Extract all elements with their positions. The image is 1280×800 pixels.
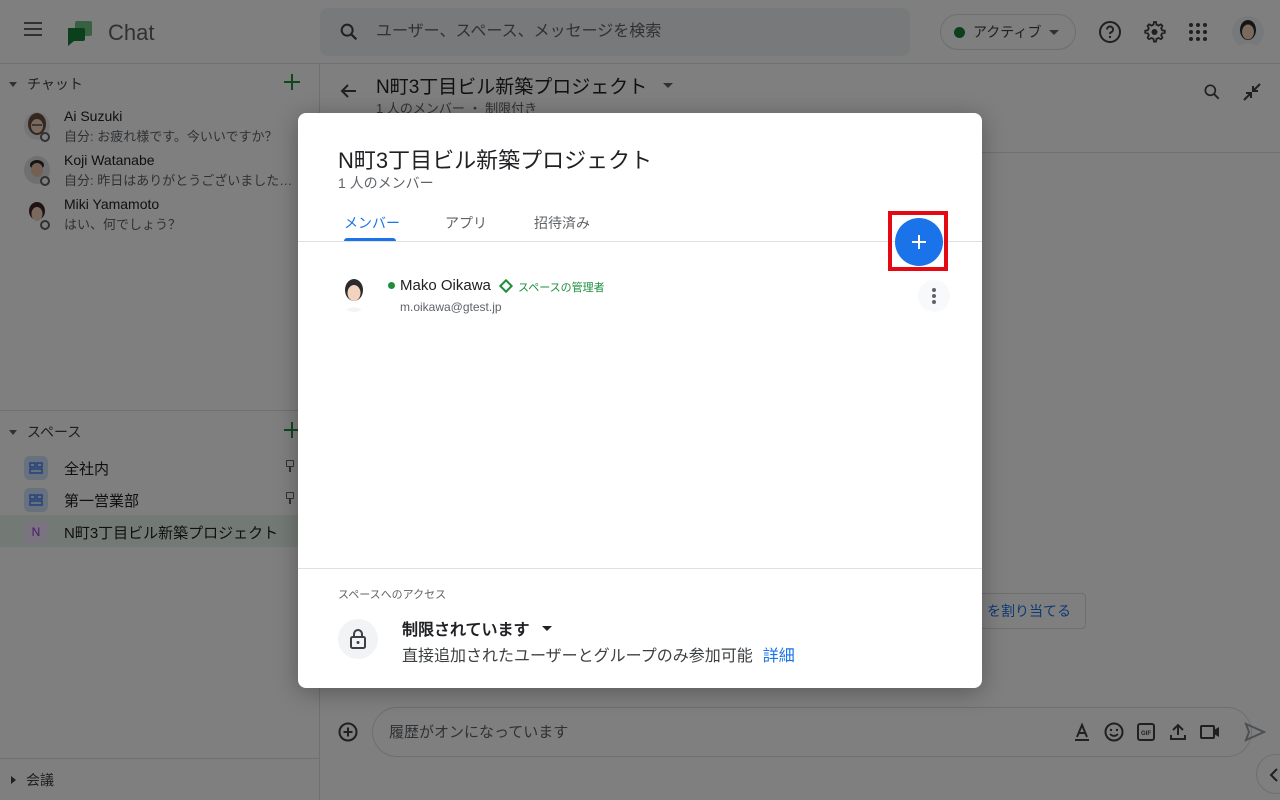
dialog-subtitle: 1 人のメンバー	[338, 175, 434, 191]
member-row[interactable]: Mako Oikawa スペースの管理者 m.oikawa@gtest.jp	[298, 268, 982, 324]
chevron-down-icon	[541, 625, 552, 631]
access-level-dropdown[interactable]: 制限されています	[402, 616, 552, 640]
access-description: 直接追加されたユーザーとグループのみ参加可能 詳細	[402, 642, 795, 666]
access-description-text: 直接追加されたユーザーとグループのみ参加可能	[402, 648, 753, 665]
access-divider	[298, 568, 982, 569]
dialog-tabs: メンバー アプリ 招待済み	[298, 205, 982, 242]
add-button-highlight	[888, 211, 948, 271]
access-caption: スペースへのアクセス	[338, 589, 447, 601]
lock-icon	[338, 619, 378, 659]
tab-members[interactable]: メンバー	[344, 213, 400, 233]
dialog-title: N町3丁目ビル新築プロジェクト	[338, 148, 653, 173]
online-status-dot	[388, 282, 395, 289]
member-name: Mako Oikawa	[400, 277, 491, 294]
member-role: スペースの管理者	[518, 282, 605, 294]
tab-apps[interactable]: アプリ	[445, 213, 487, 233]
more-options-icon[interactable]	[918, 280, 950, 312]
access-level-label: 制限されています	[402, 622, 530, 639]
active-tab-indicator	[344, 238, 396, 241]
add-member-button[interactable]	[895, 218, 943, 266]
learn-more-link[interactable]: 詳細	[763, 648, 795, 665]
members-dialog: N町3丁目ビル新築プロジェクト 1 人のメンバー メンバー アプリ 招待済み M…	[298, 113, 982, 688]
member-avatar	[338, 276, 370, 312]
member-email: m.oikawa@gtest.jp	[400, 300, 502, 314]
admin-diamond-icon	[498, 278, 514, 294]
tab-invited[interactable]: 招待済み	[534, 213, 590, 233]
